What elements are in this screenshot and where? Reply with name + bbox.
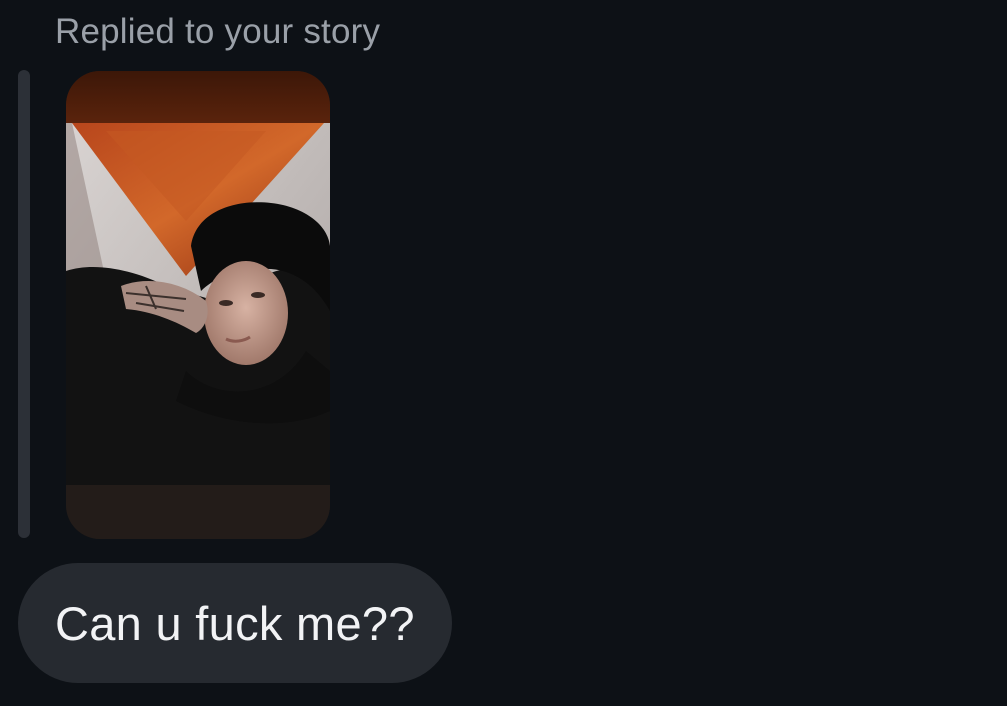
story-reply-label: Replied to your story <box>55 12 381 51</box>
message-bubble[interactable]: Can u fuck me?? <box>18 563 452 683</box>
reply-quote-bar <box>18 70 30 538</box>
story-photo-thumbnail <box>66 71 330 539</box>
message-text: Can u fuck me?? <box>55 596 415 650</box>
story-thumbnail[interactable] <box>66 71 330 539</box>
